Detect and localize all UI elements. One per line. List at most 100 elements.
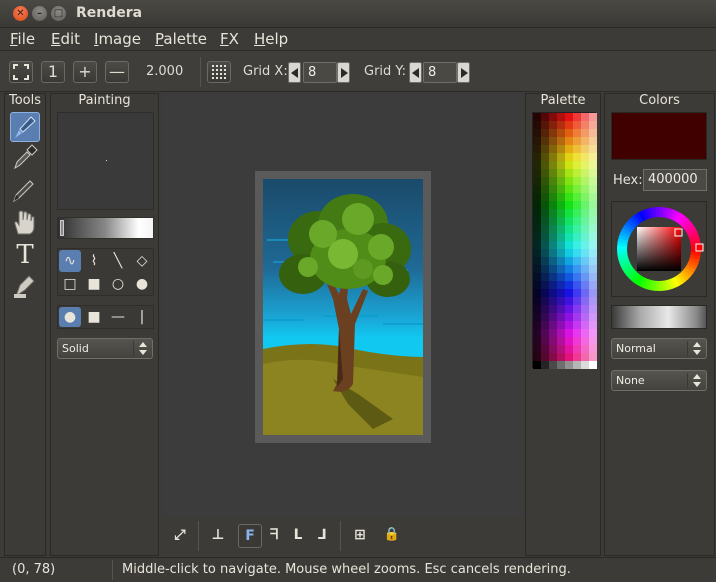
palette-swatch[interactable]	[533, 345, 541, 353]
palette-swatch[interactable]	[541, 217, 549, 225]
palette-swatch[interactable]	[549, 217, 557, 225]
palette-swatch[interactable]	[557, 289, 565, 297]
palette-swatch[interactable]	[557, 337, 565, 345]
palette-swatch[interactable]	[533, 129, 541, 137]
palette-swatch[interactable]	[589, 193, 597, 201]
palette-swatch[interactable]	[573, 193, 581, 201]
palette-swatch[interactable]	[541, 305, 549, 313]
palette-swatch[interactable]	[557, 193, 565, 201]
palette-swatch[interactable]	[581, 321, 589, 329]
palette-swatch[interactable]	[557, 225, 565, 233]
palette-swatch[interactable]	[565, 193, 573, 201]
palette-swatch[interactable]	[589, 249, 597, 257]
palette-swatch[interactable]	[557, 153, 565, 161]
palette-swatch[interactable]	[589, 121, 597, 129]
grid-x-increment[interactable]	[337, 62, 350, 83]
palette-swatch[interactable]	[581, 329, 589, 337]
palette-swatch[interactable]	[565, 217, 573, 225]
palette-swatch[interactable]	[573, 353, 581, 361]
palette-swatch[interactable]	[565, 225, 573, 233]
stroke-round[interactable]: ●	[59, 307, 81, 327]
palette-swatch[interactable]	[557, 249, 565, 257]
palette-swatch[interactable]	[557, 313, 565, 321]
palette-swatch[interactable]	[589, 145, 597, 153]
brush-shape-line[interactable]: ╲	[107, 250, 129, 272]
blend-mode-select[interactable]: Normal	[611, 338, 707, 359]
grid-x-decrement[interactable]	[288, 62, 301, 83]
palette-swatch[interactable]	[589, 161, 597, 169]
palette-swatch[interactable]	[581, 177, 589, 185]
palette-swatch[interactable]	[557, 161, 565, 169]
palette-swatch[interactable]	[533, 337, 541, 345]
palette-swatch[interactable]	[533, 137, 541, 145]
palette-swatch[interactable]	[565, 281, 573, 289]
palette-swatch[interactable]	[533, 233, 541, 241]
palette-swatch[interactable]	[557, 305, 565, 313]
palette-swatch[interactable]	[541, 225, 549, 233]
palette-swatch[interactable]	[557, 137, 565, 145]
palette-swatch[interactable]	[557, 241, 565, 249]
palette-swatch[interactable]	[581, 185, 589, 193]
palette-swatch[interactable]	[573, 201, 581, 209]
palette-swatch[interactable]	[541, 361, 549, 369]
palette-swatch[interactable]	[549, 313, 557, 321]
palette-swatch[interactable]	[589, 233, 597, 241]
grid-y-field[interactable]: 8	[423, 62, 457, 83]
palette-swatch[interactable]	[549, 153, 557, 161]
palette-swatch[interactable]	[581, 289, 589, 297]
palette-swatch[interactable]	[533, 145, 541, 153]
palette-swatch[interactable]	[533, 241, 541, 249]
palette-swatch[interactable]	[573, 225, 581, 233]
palette-swatch[interactable]	[581, 305, 589, 313]
palette-swatch[interactable]	[581, 257, 589, 265]
palette-swatch[interactable]	[533, 169, 541, 177]
palette-swatch[interactable]	[589, 209, 597, 217]
palette-swatch[interactable]	[541, 249, 549, 257]
palette-swatch[interactable]	[549, 241, 557, 249]
stamp-tool[interactable]	[10, 272, 40, 302]
palette-swatch[interactable]	[549, 201, 557, 209]
palette-swatch[interactable]	[573, 249, 581, 257]
palette-swatch[interactable]	[565, 329, 573, 337]
palette-swatch[interactable]	[589, 129, 597, 137]
palette-swatch[interactable]	[565, 129, 573, 137]
palette-swatch[interactable]	[533, 161, 541, 169]
mirror-both-button[interactable]: ⅃	[310, 524, 334, 548]
stroke-square[interactable]: ■	[83, 307, 105, 327]
palette-swatch[interactable]	[533, 265, 541, 273]
palette-swatch[interactable]	[573, 121, 581, 129]
dither-mode-select[interactable]: None	[611, 370, 707, 391]
palette-swatch[interactable]	[573, 257, 581, 265]
palette-swatch[interactable]	[541, 337, 549, 345]
palette-swatch[interactable]	[549, 273, 557, 281]
color-wheel[interactable]	[611, 201, 707, 297]
palette-swatch[interactable]	[557, 345, 565, 353]
palette-swatch[interactable]	[565, 161, 573, 169]
brush-shape-oval-outline[interactable]: ○	[107, 273, 129, 295]
palette-swatch[interactable]	[557, 185, 565, 193]
palette-swatch[interactable]	[573, 129, 581, 137]
palette-swatch[interactable]	[589, 153, 597, 161]
menu-edit[interactable]: Edit	[51, 30, 80, 48]
palette-swatch[interactable]	[565, 249, 573, 257]
palette-swatch[interactable]	[549, 129, 557, 137]
palette-swatch[interactable]	[533, 257, 541, 265]
palette-swatch[interactable]	[541, 329, 549, 337]
palette-swatch[interactable]	[573, 113, 581, 121]
palette-swatch[interactable]	[533, 329, 541, 337]
palette-swatch[interactable]	[565, 153, 573, 161]
palette-swatch[interactable]	[581, 201, 589, 209]
palette-swatch[interactable]	[557, 353, 565, 361]
value-slider[interactable]	[611, 305, 707, 329]
brush-size-handle[interactable]	[60, 220, 64, 236]
grid-x-field[interactable]: 8	[303, 62, 337, 83]
palette-swatch[interactable]	[589, 185, 597, 193]
palette-swatch[interactable]	[533, 305, 541, 313]
paintbrush-tool[interactable]	[10, 112, 40, 142]
palette-swatch[interactable]	[549, 177, 557, 185]
palette-swatch[interactable]	[541, 321, 549, 329]
grid-y-increment[interactable]	[457, 62, 470, 83]
stroke-mode-select[interactable]: Solid	[57, 338, 153, 359]
palette-swatch[interactable]	[541, 137, 549, 145]
palette-swatch[interactable]	[541, 201, 549, 209]
